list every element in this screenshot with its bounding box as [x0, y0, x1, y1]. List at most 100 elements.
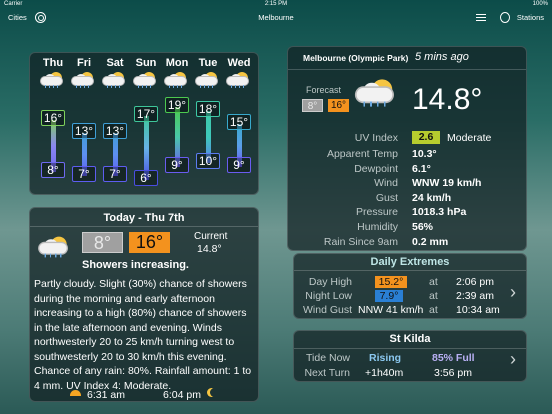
- forecast-low-temp: 7°: [103, 166, 127, 182]
- detail-value: 10.3°: [412, 148, 437, 160]
- today-summary: Showers increasing.: [82, 259, 189, 271]
- forecast-day-label: Sun: [135, 57, 157, 69]
- nav-bar: Cities Melbourne Stations: [0, 9, 552, 27]
- detail-label: Pressure: [355, 206, 398, 219]
- clock: 2:15 PM: [264, 1, 288, 7]
- detail-label: Rain Since 9am: [323, 235, 398, 248]
- tide-now-label: Tide Now: [306, 352, 350, 364]
- day-high-value: 15.2°: [375, 276, 407, 288]
- status-bar: Carrier 2:15 PM 100%: [0, 0, 552, 9]
- night-low-value: 7.9°: [375, 290, 403, 302]
- forecast-high-temp: 19°: [165, 97, 189, 113]
- current-value: 14.8°: [197, 243, 222, 255]
- tides-title: St Kilda: [389, 333, 431, 345]
- day-high-at: at: [429, 276, 438, 288]
- night-low-time: 2:39 am: [456, 290, 494, 302]
- sunset-time: 6:04 pm: [163, 389, 201, 401]
- forecast-high-box: 16°: [328, 99, 349, 112]
- forecast-low-temp: 6°: [134, 170, 158, 186]
- detail-label: Dewpoint: [354, 162, 398, 175]
- daily-extremes-panel[interactable]: Daily Extremes Day High 15.2° at 2:06 pm…: [293, 253, 527, 319]
- forecast-high-temp: 13°: [72, 123, 96, 139]
- tide-percent: 85% Full: [432, 352, 475, 364]
- forecast-low-temp: 9°: [165, 157, 189, 173]
- showers-icon: [71, 72, 97, 88]
- extremes-title: Daily Extremes: [370, 256, 450, 268]
- uv-index-badge: 2.6: [412, 131, 440, 144]
- forecast-day-5[interactable]: Tue: [193, 57, 223, 88]
- next-turn-label: Next Turn: [304, 367, 350, 379]
- detail-value: WNW 19 km/h: [412, 177, 482, 190]
- forecast-day-0[interactable]: Thu: [38, 57, 68, 88]
- forecast-low-temp: 10°: [196, 153, 220, 169]
- night-low-at: at: [429, 290, 438, 302]
- stations-button[interactable]: Stations: [517, 9, 544, 27]
- wind-gust-label: Wind Gust: [302, 304, 352, 316]
- day-high-label: Day High: [308, 276, 352, 288]
- today-high-box: 16°: [129, 232, 170, 253]
- current-weather-icon: [355, 79, 399, 107]
- showers-icon: [38, 236, 72, 258]
- showers-icon: [226, 72, 252, 88]
- tides-panel[interactable]: St Kilda Tide Now Rising 85% Full Next T…: [293, 330, 527, 382]
- today-title: Today - Thu 7th: [103, 212, 185, 224]
- next-turn-value: +1h40m: [365, 367, 404, 379]
- forecast-high-temp: 16°: [41, 110, 65, 126]
- sunrise-time: 6:31 am: [87, 389, 125, 401]
- detail-label: Apparent Temp: [326, 148, 398, 160]
- forecast-day-2[interactable]: Sat: [100, 57, 130, 88]
- moon-icon: [210, 388, 219, 397]
- forecast-day-1[interactable]: Fri: [69, 57, 99, 88]
- showers-icon: [40, 72, 66, 88]
- forecast-day-label: Wed: [227, 57, 251, 69]
- forecast-low-temp: 8°: [41, 162, 65, 178]
- current-conditions-panel[interactable]: Melbourne (Olympic Park) 5 mins ago Fore…: [287, 46, 527, 251]
- detail-value: 24 km/h: [412, 191, 452, 204]
- forecast-day-label: Sat: [106, 57, 124, 69]
- detail-value: 0.2 mm: [412, 235, 449, 248]
- today-panel: Today - Thu 7th 8° 16° Current 14.8° Sho…: [29, 207, 259, 402]
- forecast-high-temp: 18°: [196, 101, 220, 117]
- forecast-panel[interactable]: Thu 16° 8° Fri 13° 7° Sat 13° 7° Sun 17° 6° Mon 19° 9°…: [29, 52, 259, 195]
- sunrise-icon: [70, 390, 81, 396]
- showers-icon: [133, 72, 159, 88]
- location-icon[interactable]: [500, 12, 510, 23]
- forecast-day-6[interactable]: Wed: [224, 57, 254, 88]
- detail-label: Wind: [374, 177, 398, 190]
- night-low-label: Night Low: [305, 290, 352, 302]
- showers-icon: [102, 72, 128, 88]
- uv-index-text: Moderate: [447, 132, 492, 144]
- forecast-high-temp: 15°: [227, 114, 251, 130]
- forecast-low-box: 8°: [302, 99, 323, 112]
- forecast-day-label: Tue: [198, 57, 218, 69]
- forecast-day-4[interactable]: Mon: [162, 57, 192, 88]
- today-description: Partly cloudy. Slight (30%) chance of sh…: [34, 278, 252, 392]
- uv-index-label: UV Index: [354, 132, 398, 144]
- detail-value: 1018.3 hPa: [412, 206, 467, 219]
- chevron-right-icon[interactable]: ›: [510, 282, 516, 303]
- list-icon[interactable]: [476, 14, 486, 22]
- forecast-day-label: Fri: [76, 57, 92, 69]
- forecast-day-label: Thu: [42, 57, 64, 69]
- forecast-high-temp: 17°: [134, 106, 158, 122]
- wind-gust-at: at: [429, 304, 438, 316]
- showers-icon: [164, 72, 190, 88]
- page-title: Melbourne: [258, 13, 294, 22]
- showers-icon: [195, 72, 221, 88]
- wind-gust-time: 10:34 am: [456, 304, 500, 316]
- current-temperature: 14.8°: [412, 83, 483, 116]
- current-label: Current: [194, 231, 228, 242]
- wind-gust-value: NNW 41 km/h: [358, 304, 424, 316]
- forecast-high-temp: 13°: [103, 123, 127, 139]
- today-low-box: 8°: [82, 232, 123, 253]
- station-name: Melbourne (Olympic Park): [303, 53, 409, 63]
- forecast-low-temp: 7°: [72, 166, 96, 182]
- forecast-low-temp: 9°: [227, 157, 251, 173]
- day-high-time: 2:06 pm: [456, 276, 494, 288]
- chevron-right-icon[interactable]: ›: [510, 349, 516, 370]
- battery-level: 100%: [532, 1, 548, 7]
- updated-time: 5 mins ago: [415, 51, 469, 63]
- tide-now-value: Rising: [369, 352, 402, 364]
- forecast-day-3[interactable]: Sun: [131, 57, 161, 88]
- detail-value: 6.1°: [412, 162, 431, 175]
